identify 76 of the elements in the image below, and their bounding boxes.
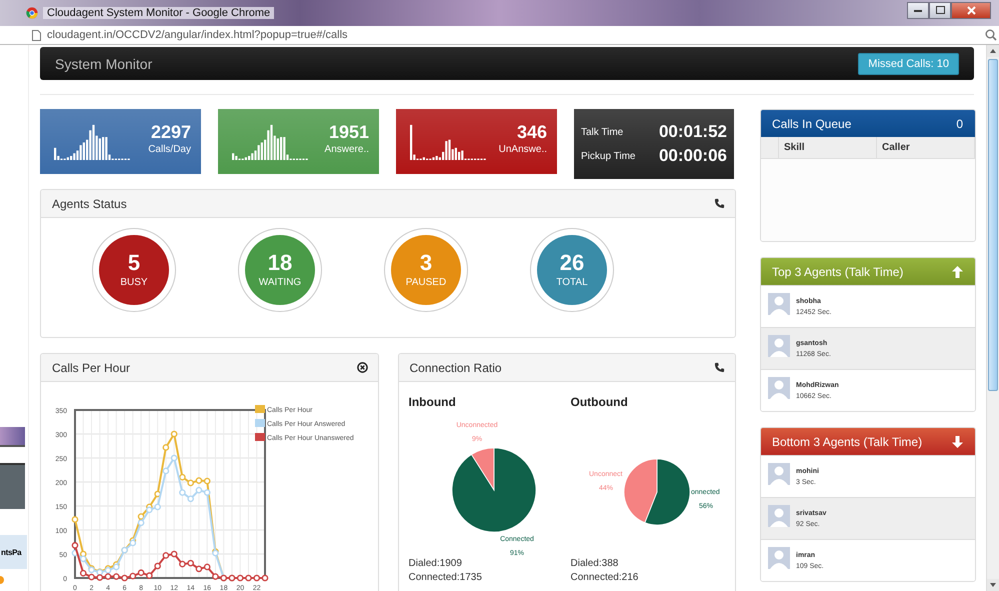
data-point <box>162 468 170 474</box>
background-window-bar <box>0 427 25 447</box>
status-count: 26 <box>560 252 584 274</box>
connected-count: Connected:216 <box>570 571 640 585</box>
maximize-icon <box>936 6 944 14</box>
panel-title: Bottom 3 Agents (Talk Time) <box>772 434 922 448</box>
avatar-icon <box>768 463 790 485</box>
time-label: Talk Time <box>581 126 624 138</box>
window-title: Cloudagent System Monitor - Google Chrome <box>43 7 274 19</box>
page-title: System Monitor <box>55 56 152 72</box>
stat-label: Calls/Day <box>148 144 191 154</box>
stat-value: 346 <box>516 122 547 142</box>
group-title: Inbound <box>408 395 457 409</box>
background-window-panel <box>0 463 25 509</box>
scroll-up-button[interactable] <box>987 45 999 57</box>
minimize-button[interactable] <box>907 2 929 18</box>
data-point <box>154 562 161 570</box>
time-label: Pickup Time <box>581 150 636 162</box>
minimize-icon <box>914 8 922 12</box>
background-window-tab[interactable]: ntsPa <box>0 535 27 569</box>
avatar-icon <box>768 377 790 399</box>
data-point <box>154 490 161 498</box>
panel-title: Connection Ratio <box>410 360 502 374</box>
column-header[interactable]: Caller <box>877 137 975 158</box>
status-count: 18 <box>268 252 292 274</box>
arrow-down-icon <box>990 583 996 587</box>
stat-label: Answere.. <box>324 144 369 154</box>
time-value: 00:01:52 <box>658 122 727 142</box>
data-point <box>170 454 178 462</box>
url-text: cloudagent.in/OCCDV2/angular/index.html?popup=true#/calls <box>47 29 348 41</box>
maximize-button[interactable] <box>929 2 951 18</box>
status-label: BUSY <box>120 277 148 288</box>
legend-swatch <box>255 433 265 441</box>
panel-title: Calls Per Hour <box>52 360 130 374</box>
vertical-scrollbar[interactable] <box>986 45 999 591</box>
status-label: WAITING <box>258 277 302 288</box>
scroll-thumb[interactable] <box>988 59 998 391</box>
connected-count: Connected:1735 <box>408 571 483 585</box>
status-count: 3 <box>420 252 432 274</box>
close-icon <box>966 6 976 14</box>
avatar-icon <box>768 293 790 315</box>
avatar-icon <box>768 547 790 569</box>
data-point <box>162 444 170 451</box>
stat-label: UnAnswe.. <box>498 144 547 154</box>
avatar-icon <box>768 335 790 357</box>
panel-title: Agents Status <box>52 196 127 210</box>
column-header[interactable]: Skill <box>779 137 877 158</box>
arrow-down-icon[interactable] <box>952 436 963 448</box>
stat-value: 2297 <box>150 122 191 142</box>
stat-value: 1951 <box>328 122 369 142</box>
page-icon <box>32 30 41 40</box>
data-point <box>170 430 178 438</box>
dialed-count: Dialed:1909 <box>408 557 463 571</box>
browser-logo-icon <box>26 7 38 19</box>
phone-icon[interactable] <box>714 362 725 373</box>
close-icon[interactable] <box>356 362 368 373</box>
arrow-up-icon <box>990 49 996 53</box>
dialed-count: Dialed:388 <box>570 557 620 571</box>
status-label: TOTAL <box>556 277 588 288</box>
avatar-icon <box>768 505 790 527</box>
data-point <box>146 572 153 579</box>
group-title: Outbound <box>570 395 629 409</box>
time-value: 00:00:06 <box>658 146 727 166</box>
close-button[interactable] <box>951 2 991 18</box>
status-count: 5 <box>128 252 140 274</box>
scroll-down-button[interactable] <box>987 579 999 591</box>
panel-title: Top 3 Agents (Talk Time) <box>772 264 904 278</box>
arrow-up-icon[interactable] <box>952 266 963 278</box>
phone-icon[interactable] <box>714 198 725 209</box>
magnifier-icon[interactable] <box>985 29 997 41</box>
data-point <box>72 516 78 523</box>
legend-swatch <box>255 405 265 413</box>
status-label: PAUSED <box>406 277 446 288</box>
queue-count: 0 <box>956 116 963 130</box>
panel-title: Calls In Queue <box>772 116 852 130</box>
legend-swatch <box>255 419 265 427</box>
